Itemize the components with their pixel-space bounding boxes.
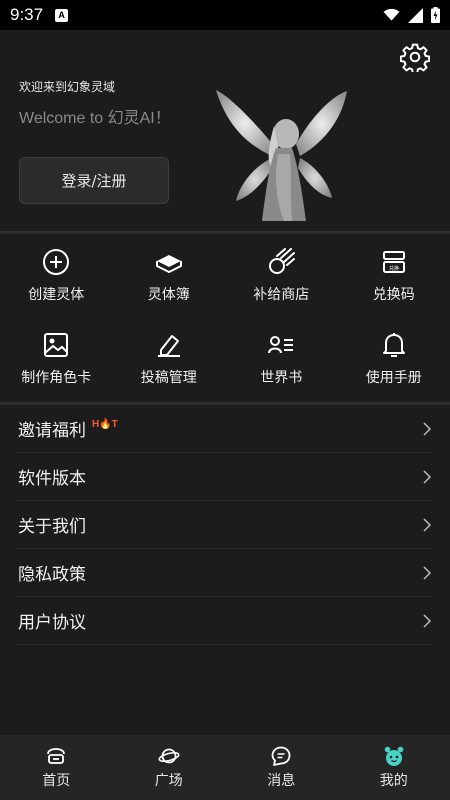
hot-badge: H🔥T (92, 419, 118, 430)
grid-label: 灵体簿 (147, 287, 190, 304)
tab-profile[interactable]: 我的 (338, 735, 450, 800)
grid-item-spirit-book[interactable]: 灵体簿 (113, 235, 226, 318)
grid-label: 使用手册 (365, 369, 422, 386)
tab-square[interactable]: 广场 (113, 735, 226, 800)
chevron-right-icon (423, 613, 432, 628)
menu-item-about-us[interactable]: 关于我们 (18, 501, 432, 549)
grid-item-submission-management[interactable]: 投稿管理 (113, 318, 226, 401)
chevron-right-icon (423, 565, 432, 580)
menu-label: 软件版本 (18, 469, 86, 489)
meteor-icon (269, 248, 296, 275)
signal-icon (408, 7, 423, 23)
tab-home[interactable]: 首页 (0, 735, 113, 800)
image-icon (44, 332, 69, 357)
home-icon (47, 748, 66, 764)
profile-header: 欢迎来到幻象灵域 Welcome to 幻灵AI！ 登录/注册 (0, 30, 450, 230)
grid-label: 创建灵体 (28, 287, 85, 304)
status-left: 9:37 (10, 5, 69, 25)
grid-label: 投稿管理 (140, 369, 197, 386)
user-list-icon (268, 335, 294, 353)
planet-icon (158, 748, 180, 764)
grid-item-create-spirit[interactable]: 创建灵体 (0, 235, 113, 318)
tab-messages[interactable]: 消息 (225, 735, 338, 800)
bottom-tab-bar: 首页 广场 消息 我的 (0, 735, 450, 800)
tab-label: 广场 (154, 773, 183, 789)
menu-label: 邀请福利 (18, 421, 86, 441)
chevron-right-icon (423, 469, 432, 484)
chevron-right-icon (423, 421, 432, 436)
feature-grid: 创建灵体 灵体簿 补给商店 兑换 兑换码 制作角色卡 投稿管理 世界书 使用手册 (0, 235, 450, 400)
welcome-subtitle: Welcome to 幻灵AI！ (19, 110, 171, 127)
svg-text:兑换: 兑换 (389, 265, 399, 272)
grid-item-user-manual[interactable]: 使用手册 (338, 318, 450, 401)
status-bar: 9:37 (0, 0, 450, 30)
gear-icon (399, 43, 431, 74)
menu-item-left: 隐私政策 (18, 560, 86, 585)
book-icon (155, 255, 182, 274)
menu-label: 用户协议 (18, 613, 86, 633)
grid-item-redeem-code[interactable]: 兑换 兑换码 (338, 235, 450, 318)
chevron-right-icon (423, 517, 432, 532)
grid-label: 制作角色卡 (21, 369, 92, 386)
menu-label: 关于我们 (18, 517, 86, 537)
status-right (383, 7, 440, 23)
menu-item-left: 软件版本 (18, 464, 86, 489)
plus-circle-icon (43, 249, 70, 276)
menu-item-invite-rewards[interactable]: 邀请福利 H🔥T (18, 405, 432, 453)
menu-item-left: 邀请福利 H🔥T (18, 416, 118, 441)
menu-label: 隐私政策 (18, 565, 86, 585)
menu-item-user-agreement[interactable]: 用户协议 (18, 597, 432, 645)
settings-button[interactable] (399, 42, 431, 74)
redeem-card-icon: 兑换 (382, 251, 405, 274)
notification-a-icon (55, 8, 69, 22)
grid-label: 世界书 (260, 369, 303, 386)
settings-menu: 邀请福利 H🔥T 软件版本 关于我们 隐私政策 用户协议 (18, 405, 432, 645)
grid-label: 兑换码 (372, 287, 415, 304)
menu-item-privacy-policy[interactable]: 隐私政策 (18, 549, 432, 597)
tab-label: 消息 (267, 773, 296, 789)
grid-label: 补给商店 (253, 287, 310, 304)
grid-item-make-character-card[interactable]: 制作角色卡 (0, 318, 113, 401)
tab-label: 首页 (42, 773, 71, 789)
wifi-icon (383, 8, 400, 21)
message-icon (271, 746, 291, 766)
bell-icon (382, 332, 405, 357)
status-time: 9:37 (10, 5, 44, 24)
welcome-title: 欢迎来到幻象灵域 (19, 80, 116, 94)
menu-item-left: 用户协议 (18, 608, 86, 633)
login-register-button[interactable]: 登录/注册 (19, 157, 169, 204)
tab-label: 我的 (379, 773, 408, 789)
menu-item-left: 关于我们 (18, 512, 86, 537)
battery-icon (431, 7, 440, 23)
profile-icon (384, 746, 404, 766)
grid-item-supply-shop[interactable]: 补给商店 (225, 235, 338, 318)
grid-item-world-book[interactable]: 世界书 (225, 318, 338, 401)
edit-icon (157, 334, 180, 357)
menu-item-software-version[interactable]: 软件版本 (18, 453, 432, 501)
fairy-avatar-image (216, 90, 347, 221)
section-divider (0, 231, 450, 234)
